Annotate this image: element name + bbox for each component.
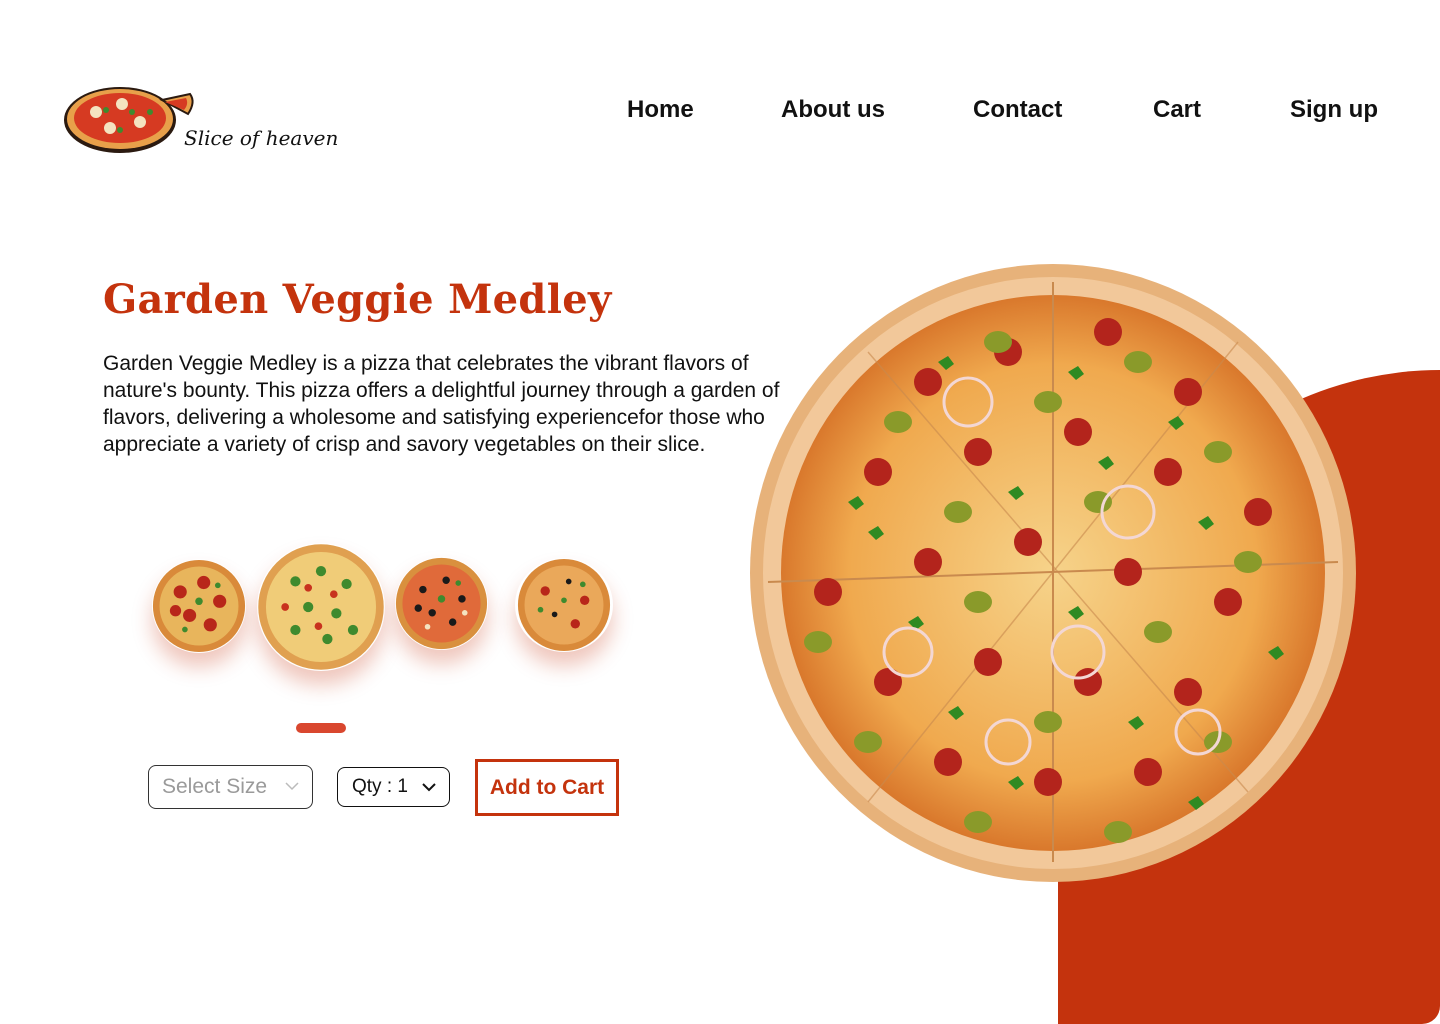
nav-contact[interactable]: Contact: [973, 96, 1062, 124]
main-nav: Home About us Contact Cart Sign up: [0, 96, 1440, 128]
product-title: Garden Veggie Medley: [103, 276, 612, 323]
chevron-down-icon: [422, 783, 436, 792]
product-description: Garden Veggie Medley is a pizza that cel…: [103, 352, 780, 456]
chevron-down-icon: [285, 782, 299, 791]
quantity-label: Qty : 1: [352, 776, 408, 797]
brand-name: Slice of heaven: [184, 126, 339, 150]
mixed-pizza-thumb[interactable]: [515, 558, 613, 652]
olive-pizza-thumb[interactable]: [395, 557, 488, 650]
nav-about-us[interactable]: About us: [781, 96, 885, 124]
gallery-active-indicator: [296, 723, 346, 733]
hero-pizza-image: [750, 264, 1356, 882]
quantity-select[interactable]: Qty : 1: [337, 767, 450, 807]
garden-veggie-pizza-thumb[interactable]: [257, 543, 385, 671]
nav-cart[interactable]: Cart: [1153, 96, 1201, 124]
size-select-placeholder: Select Size: [162, 775, 268, 798]
size-select[interactable]: Select Size: [148, 765, 313, 809]
pepperoni-pizza-thumb[interactable]: [152, 559, 246, 653]
nav-home[interactable]: Home: [627, 96, 694, 124]
nav-sign-up[interactable]: Sign up: [1290, 96, 1378, 124]
add-to-cart-button[interactable]: Add to Cart: [475, 759, 619, 816]
